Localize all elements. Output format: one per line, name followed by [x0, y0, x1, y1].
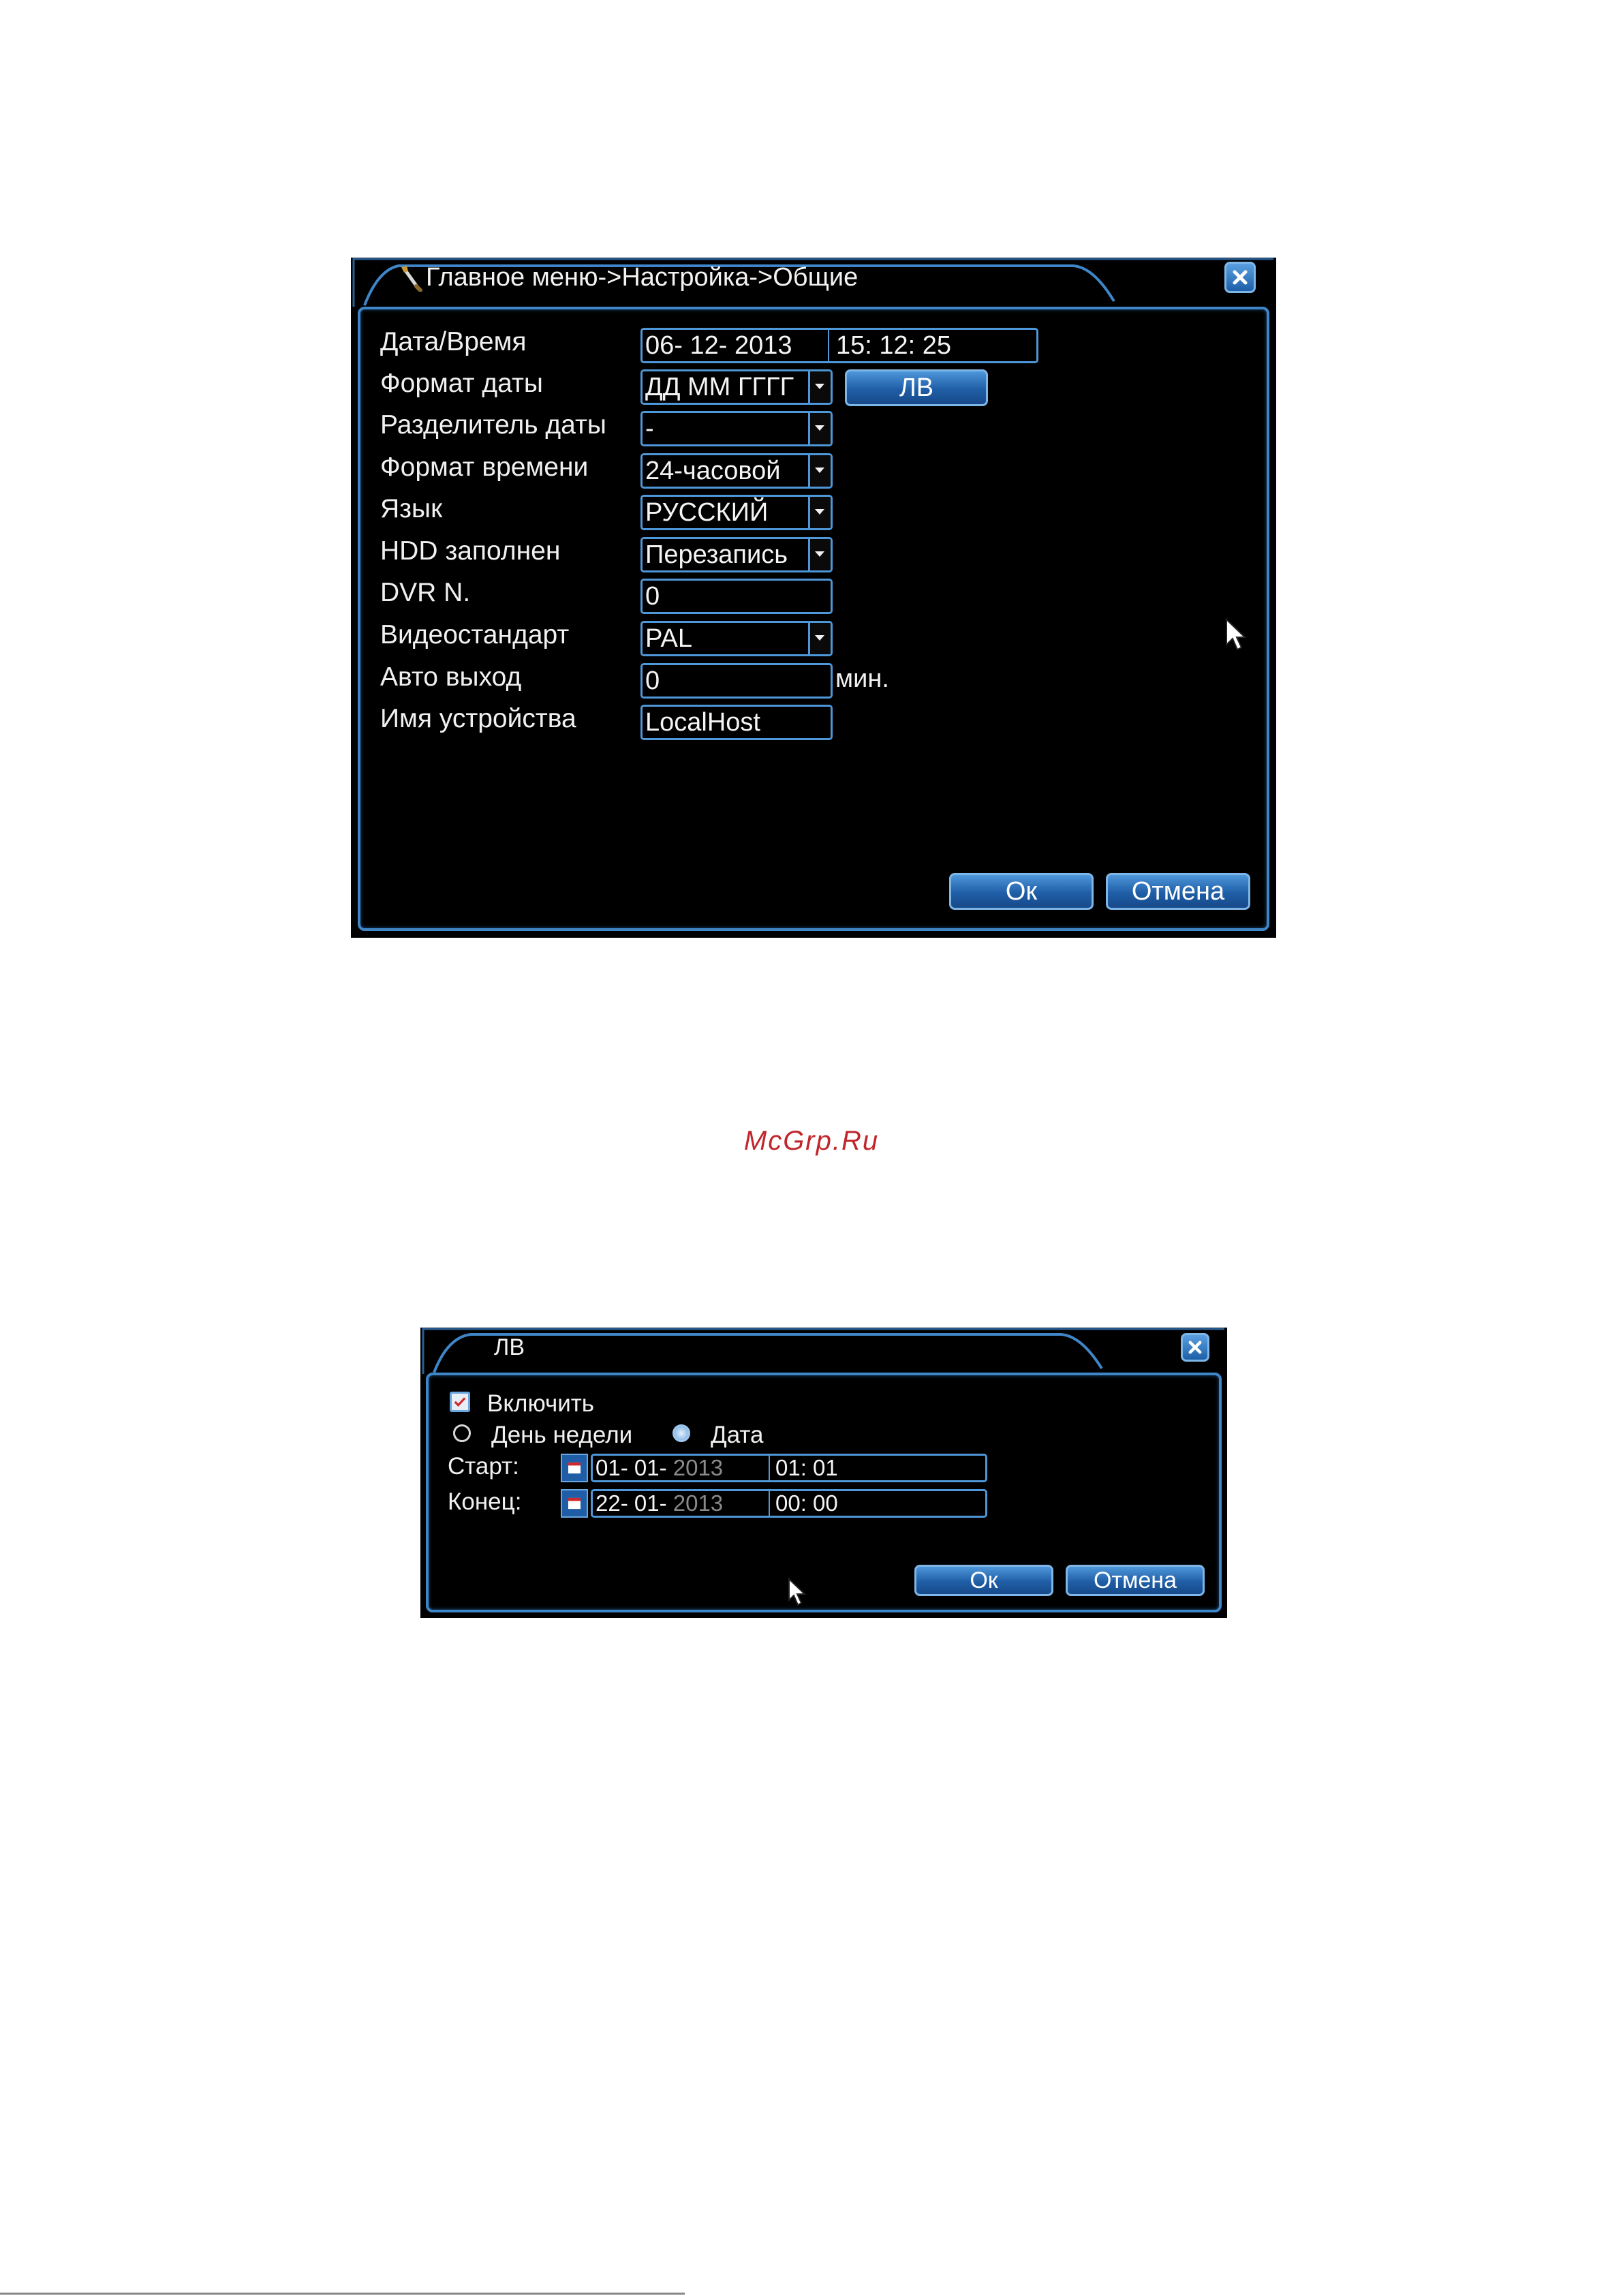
field-divider: [769, 1491, 770, 1516]
dvr-number-value: 0: [645, 582, 660, 611]
field-divider: [828, 330, 829, 361]
dialog-title: Главное меню->Настройка->Общие: [426, 263, 859, 292]
dst-dialog: ЛВ Включить День недели Дата Старт: 01- …: [420, 1328, 1227, 1618]
chevron-down-icon[interactable]: [808, 623, 831, 654]
label-date-separator: Разделитель даты: [380, 410, 606, 440]
device-name-value: LocalHost: [645, 708, 760, 737]
mouse-cursor-icon: [788, 1577, 807, 1606]
date-separator-select[interactable]: -: [640, 411, 833, 446]
label-dvr-number: DVR N.: [380, 578, 471, 607]
time-format-select[interactable]: 24-часовой: [640, 453, 833, 489]
end-date-value[interactable]: 22- 01-: [596, 1491, 673, 1516]
hdd-full-select[interactable]: Перезапись: [640, 537, 833, 572]
field-divider: [769, 1456, 770, 1480]
label-date-format: Формат даты: [380, 369, 543, 398]
date-format-select[interactable]: ДД ММ ГГГГ: [640, 369, 833, 405]
language-select[interactable]: РУССКИЙ: [640, 495, 833, 530]
chevron-down-icon[interactable]: [808, 455, 831, 487]
close-button[interactable]: [1224, 262, 1256, 293]
auto-logout-input[interactable]: 0: [640, 663, 833, 699]
weekday-radio[interactable]: [453, 1424, 471, 1442]
chevron-down-icon[interactable]: [808, 413, 831, 444]
label-date-time: Дата/Время: [380, 327, 527, 356]
cancel-button[interactable]: Отмена: [1106, 873, 1250, 910]
dvr-number-input[interactable]: 0: [640, 579, 833, 614]
general-settings-dialog: Главное меню->Настройка->Общие Дата/Врем…: [351, 258, 1276, 938]
close-icon: [1233, 270, 1248, 285]
start-time-value[interactable]: 01: 01: [775, 1456, 838, 1480]
label-time-format: Формат времени: [380, 453, 589, 482]
weekday-label: День недели: [491, 1422, 633, 1448]
end-year-value[interactable]: 2013: [673, 1491, 723, 1516]
enable-label: Включить: [487, 1390, 595, 1417]
watermark: McGrp.Ru: [743, 1126, 880, 1156]
dst-button[interactable]: ЛВ: [845, 369, 988, 406]
label-hdd-full: HDD заполнен: [380, 536, 561, 566]
footer-rule: [0, 2293, 685, 2295]
device-name-input[interactable]: LocalHost: [640, 705, 833, 740]
title-tab: [420, 1328, 1227, 1374]
end-datetime-field[interactable]: 22- 01- 2013 00: 00: [591, 1489, 987, 1518]
chevron-down-icon[interactable]: [808, 371, 831, 403]
chevron-down-icon[interactable]: [808, 539, 831, 570]
start-datetime-field[interactable]: 01- 01- 2013 01: 01: [591, 1454, 987, 1482]
time-format-value: 24-часовой: [645, 457, 781, 485]
auto-logout-value: 0: [645, 667, 660, 695]
video-standard-select[interactable]: PAL: [640, 621, 833, 656]
check-icon: [454, 1397, 466, 1407]
date-time-field[interactable]: 06- 12- 2013 15: 12: 25: [640, 328, 1038, 363]
auto-logout-unit: мин.: [835, 664, 889, 693]
date-separator-value: -: [645, 414, 654, 443]
date-label: Дата: [711, 1422, 764, 1448]
date-value[interactable]: 06- 12- 2013: [645, 331, 792, 360]
close-button[interactable]: [1181, 1333, 1209, 1362]
end-label: Конец:: [448, 1488, 522, 1515]
start-year-value[interactable]: 2013: [673, 1456, 723, 1480]
end-time-value[interactable]: 00: 00: [775, 1491, 838, 1516]
video-standard-value: PAL: [645, 624, 693, 653]
calendar-icon[interactable]: [561, 1489, 588, 1518]
cancel-button[interactable]: Отмена: [1066, 1565, 1205, 1596]
language-value: РУССКИЙ: [645, 498, 769, 527]
start-label: Старт:: [448, 1453, 519, 1480]
start-date-value[interactable]: 01- 01-: [596, 1456, 673, 1480]
mouse-cursor-icon: [1226, 617, 1247, 651]
hdd-full-value: Перезапись: [645, 540, 788, 569]
calendar-icon[interactable]: [561, 1454, 588, 1482]
time-value[interactable]: 15: 12: 25: [836, 330, 951, 361]
dialog-title: ЛВ: [494, 1334, 525, 1360]
label-auto-logout: Авто выход: [380, 662, 522, 692]
date-format-value: ДД ММ ГГГГ: [645, 373, 794, 401]
wrench-icon: [401, 266, 422, 292]
date-radio[interactable]: [673, 1424, 690, 1442]
chevron-down-icon[interactable]: [808, 497, 831, 528]
enable-checkbox[interactable]: [450, 1392, 470, 1412]
ok-button[interactable]: Ок: [949, 873, 1094, 910]
ok-button[interactable]: Ок: [914, 1565, 1053, 1596]
close-icon: [1188, 1341, 1202, 1354]
label-video-standard: Видеостандарт: [380, 620, 570, 649]
label-language: Язык: [380, 494, 443, 523]
label-device-name: Имя устройства: [380, 704, 576, 733]
